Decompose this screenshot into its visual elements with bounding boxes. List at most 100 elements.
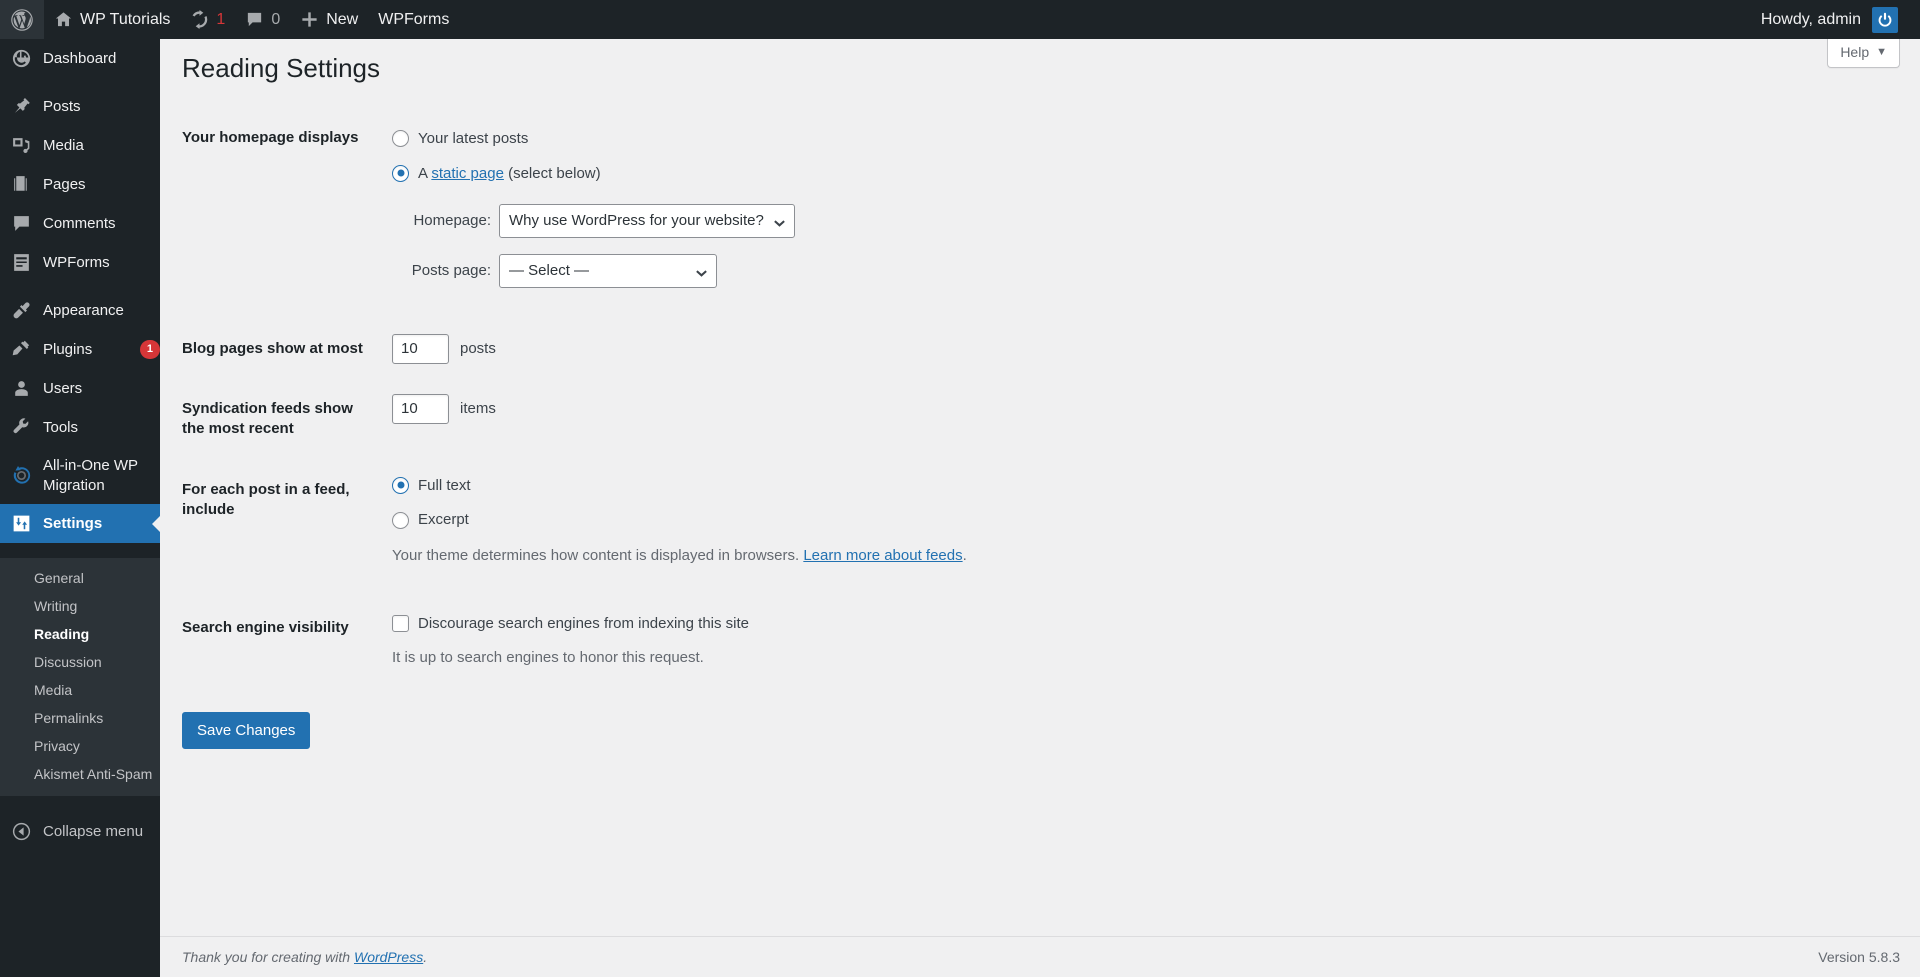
user-avatar-icon [1878, 12, 1892, 27]
blog-pages-row: Blog pages show at most 10 posts [182, 319, 1282, 379]
site-name-label: WP Tutorials [80, 10, 171, 28]
chevron-down-icon [695, 264, 708, 277]
sidebar-item-media[interactable]: Media [0, 126, 160, 165]
submenu-item-writing[interactable]: Writing [0, 592, 160, 620]
static-page-link[interactable]: static page [431, 165, 504, 182]
migration-icon [11, 465, 32, 486]
homepage-displays-label: Your homepage displays [182, 128, 359, 146]
admin-bar-updates[interactable]: 1 [180, 0, 235, 39]
sidebar-item-pages[interactable]: Pages [0, 165, 160, 204]
homepage-select-value: Why use WordPress for your website? [509, 212, 764, 230]
submenu-item-privacy[interactable]: Privacy [0, 732, 160, 760]
admin-bar-comments[interactable]: 0 [235, 0, 290, 39]
wpforms-label: WPForms [378, 10, 450, 28]
homepage-select-label: Homepage: [413, 212, 491, 230]
sidebar-item-posts[interactable]: Posts [0, 87, 160, 126]
admin-bar-my-account[interactable]: Howdy, admin [1751, 0, 1908, 39]
sidebar-item-wpforms[interactable]: WPForms [0, 243, 160, 282]
submenu-item-discussion[interactable]: Discussion [0, 648, 160, 676]
reading-settings-form: Your homepage displays Your latest posts… [182, 108, 1900, 749]
comments-icon [11, 213, 32, 234]
pin-icon [11, 96, 32, 117]
sidebar-item-plugins[interactable]: Plugins 1 [0, 330, 160, 369]
feed-content-label: For each post in a feed, include [182, 480, 350, 518]
homepage-select[interactable]: Why use WordPress for your website? [499, 204, 795, 239]
radio-latest-posts[interactable]: Your latest posts [392, 128, 1272, 150]
sidebar-item-settings[interactable]: Settings [0, 504, 160, 543]
latest-posts-radio[interactable] [392, 130, 409, 148]
static-page-radio[interactable] [392, 164, 409, 182]
sidebar-item-label: WPForms [43, 253, 110, 271]
blog-pages-field: 10 posts [382, 319, 1282, 379]
save-changes-button[interactable]: Save Changes [182, 711, 311, 749]
blog-pages-input[interactable]: 10 [392, 333, 449, 364]
admin-bar-site-name[interactable]: WP Tutorials [44, 0, 180, 39]
admin-sidebar: Dashboard Posts Media Pages Comments WPF… [0, 39, 160, 977]
sidebar-item-comments[interactable]: Comments [0, 204, 160, 243]
footer-thanks: Thank you for creating with WordPress. [182, 949, 427, 965]
sidebar-separator [0, 78, 160, 87]
feed-description: Your theme determines how content is dis… [392, 545, 1272, 568]
homepage-displays-row: Your homepage displays Your latest posts… [182, 108, 1282, 319]
help-toggle-button[interactable]: Help ▼ [1827, 39, 1900, 68]
discourage-search-engines-row[interactable]: Discourage search engines from indexing … [392, 613, 1272, 635]
submit-area: Save Changes [182, 700, 1900, 749]
posts-page-select[interactable]: — Select — [499, 254, 717, 288]
submenu-label: Permalinks [34, 710, 104, 726]
admin-bar-new-content[interactable]: New [290, 0, 368, 39]
admin-footer: Thank you for creating with WordPress. V… [160, 936, 1920, 977]
sidebar-item-users[interactable]: Users [0, 369, 160, 408]
wordpress-link[interactable]: WordPress [354, 949, 423, 965]
posts-page-select-value: — Select — [509, 262, 590, 280]
reading-settings-table: Your homepage displays Your latest posts… [182, 108, 1282, 700]
page-select-group: Homepage: Why use WordPress for your web… [392, 204, 1272, 288]
static-page-label: A static page (select below) [418, 163, 601, 185]
submenu-item-media[interactable]: Media [0, 676, 160, 704]
submenu-item-permalinks[interactable]: Permalinks [0, 704, 160, 732]
syndication-input-row: 10 items [392, 394, 1272, 425]
comments-count: 0 [271, 10, 281, 28]
howdy-label: Howdy, admin [1760, 10, 1861, 28]
submenu-item-reading[interactable]: Reading [0, 620, 160, 648]
collapse-menu-label: Collapse menu [43, 823, 144, 840]
syndication-input[interactable]: 10 [392, 394, 449, 425]
radio-full-text[interactable]: Full text [392, 475, 1272, 497]
comment-bubble-icon [248, 12, 262, 27]
submenu-label: Reading [34, 626, 90, 642]
page-title: Reading Settings [182, 53, 381, 83]
submenu-item-akismet-anti-spam[interactable]: Akismet Anti-Spam [0, 760, 160, 788]
plus-icon [302, 12, 317, 27]
excerpt-radio[interactable] [392, 511, 409, 529]
sidebar-item-all-in-one-wp-migration[interactable]: All-in-One WP Migration [0, 447, 160, 504]
excerpt-label: Excerpt [418, 511, 469, 529]
discourage-search-engines-checkbox[interactable] [392, 614, 409, 632]
settings-submenu: General Writing Reading Discussion Media… [0, 558, 160, 796]
wordpress-logo-button[interactable] [0, 0, 44, 39]
feed-description-text: Your theme determines how content is dis… [392, 547, 804, 565]
submenu-label: General [34, 570, 84, 586]
radio-excerpt[interactable]: Excerpt [392, 509, 1272, 531]
blog-pages-label: Blog pages show at most [182, 339, 363, 357]
full-text-radio[interactable] [392, 476, 409, 494]
settings-sliders-icon [11, 513, 32, 534]
radio-static-page[interactable]: A static page (select below) [392, 163, 1272, 185]
submenu-item-general[interactable]: General [0, 564, 160, 592]
submenu-label: Privacy [34, 738, 80, 754]
plugins-plug-icon [11, 339, 32, 360]
syndication-feeds-label: Syndication feeds show the most recent [182, 400, 353, 438]
sidebar-item-dashboard[interactable]: Dashboard [0, 39, 160, 78]
pages-icon [11, 174, 32, 195]
sidebar-item-tools[interactable]: Tools [0, 408, 160, 447]
admin-bar: WP Tutorials 1 0 New WPForms Howdy, admi… [0, 0, 1920, 39]
collapse-menu-button[interactable]: Collapse menu [0, 811, 160, 852]
media-icon [11, 135, 32, 156]
syndication-unit: items [460, 400, 496, 418]
footer-version: Version 5.8.3 [1818, 949, 1900, 965]
sidebar-item-label: Pages [43, 175, 86, 193]
feed-content-row: For each post in a feed, include Full te… [182, 460, 1282, 598]
learn-more-feeds-link[interactable]: Learn more about feeds [803, 547, 962, 564]
footer-thanks-suffix: . [423, 949, 428, 965]
admin-bar-wpforms[interactable]: WPForms [368, 0, 459, 39]
sidebar-item-appearance[interactable]: Appearance [0, 291, 160, 330]
static-suffix-text: (select below) [503, 164, 601, 182]
